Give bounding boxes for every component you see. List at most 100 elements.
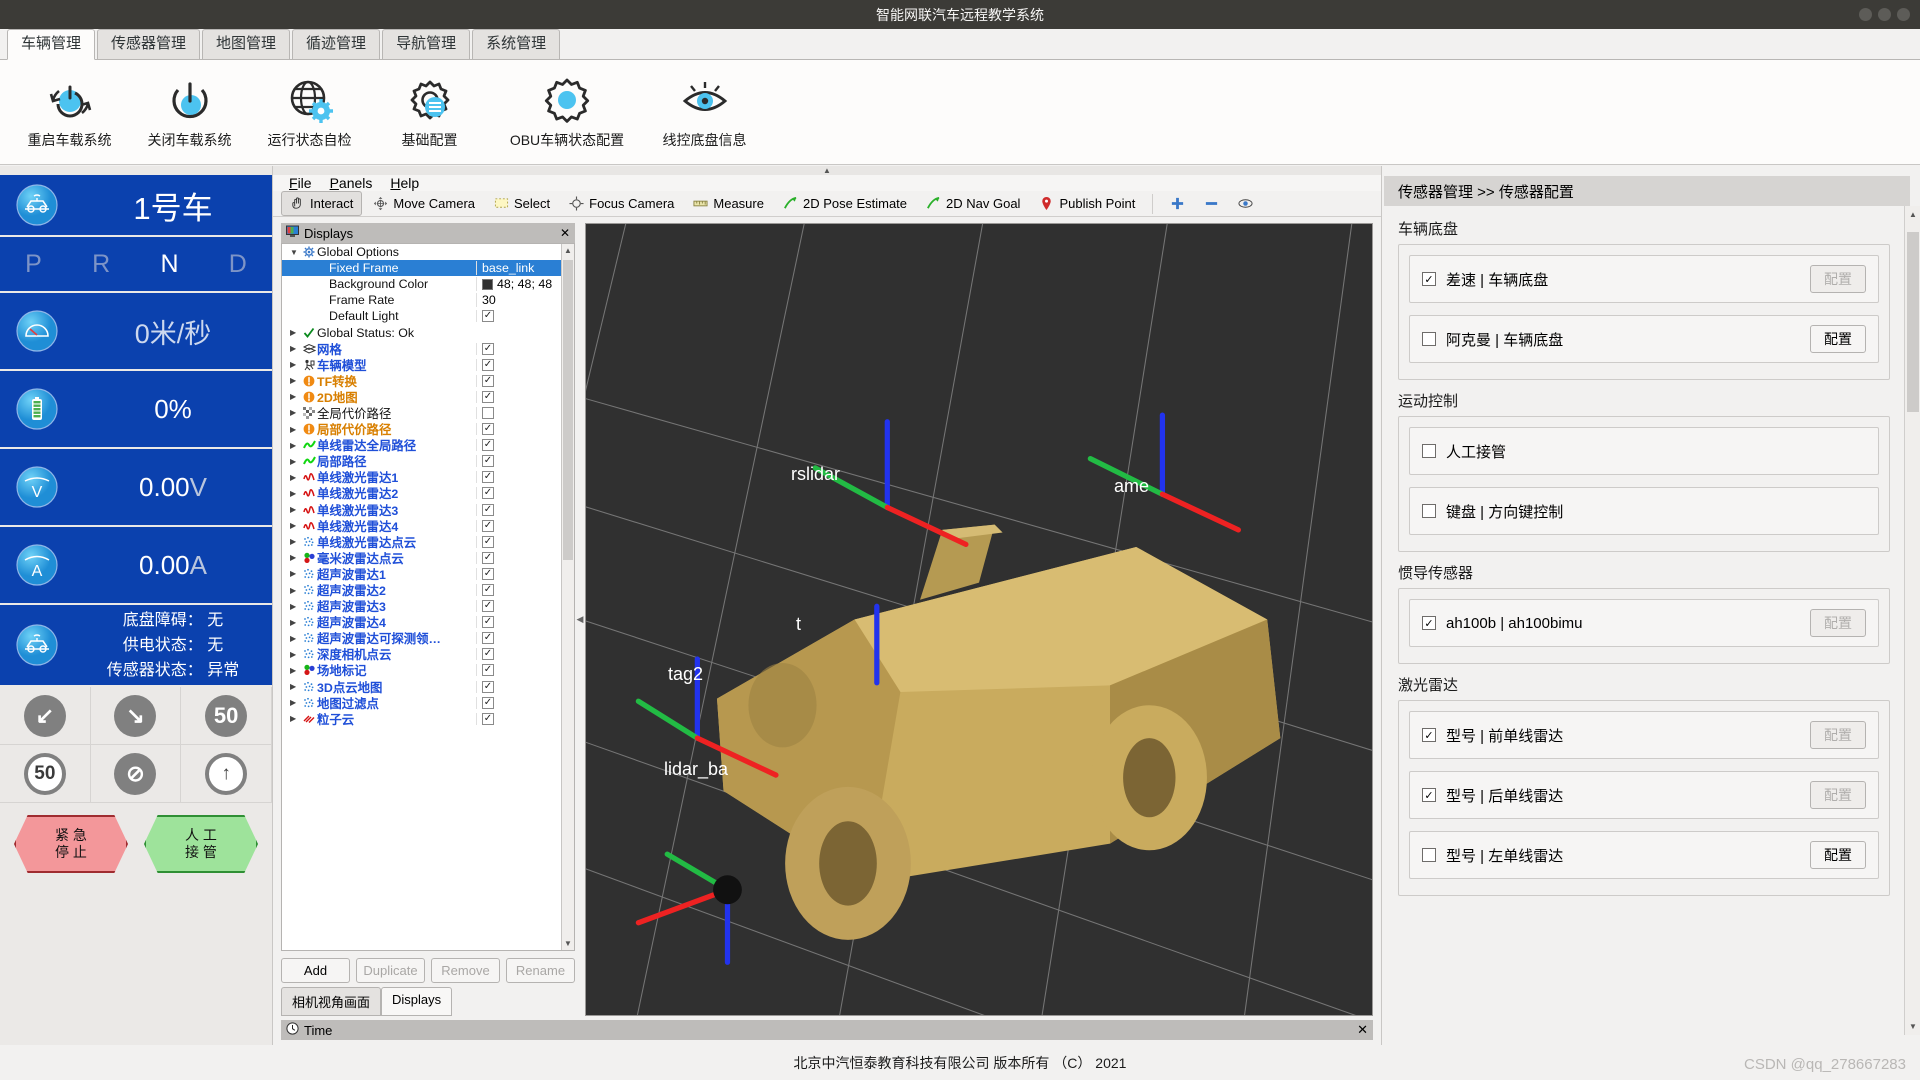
tree-item-checkbox[interactable]: ✓ [482, 374, 494, 387]
rviz-tool-0[interactable]: Interact [281, 191, 363, 216]
tab-3[interactable]: 循迹管理 [292, 29, 381, 59]
sensor-checkbox[interactable] [1422, 332, 1436, 346]
tree-expand-icon[interactable]: ▶ [290, 634, 301, 643]
tree-row-15[interactable]: ▶ 单线激光雷达2 ✓ [282, 485, 574, 501]
toolbar-button-2[interactable]: 运行状态自检 [252, 70, 367, 154]
tree-row-2[interactable]: Background Color 48; 48; 48 [282, 276, 574, 292]
tree-row-4[interactable]: Default Light ✓ [282, 308, 574, 324]
sensor-row[interactable]: ✓ 型号 | 前单线雷达 配置 [1409, 711, 1879, 759]
tree-row-19[interactable]: ▶ 毫米波雷达点云 ✓ [282, 550, 574, 566]
tree-item-checkbox[interactable]: ✓ [482, 696, 494, 709]
tree-item-checkbox[interactable]: ✓ [482, 551, 494, 564]
tree-item-checkbox[interactable]: ✓ [482, 390, 494, 403]
tree-item-checkbox[interactable]: ✓ [482, 310, 494, 323]
scroll-down-icon[interactable]: ▼ [564, 939, 572, 948]
tree-expand-icon[interactable]: ▶ [290, 618, 301, 627]
gear-P[interactable]: P [25, 250, 42, 279]
tree-item-checkbox[interactable]: ✓ [482, 471, 494, 484]
tree-expand-icon[interactable]: ▶ [290, 569, 301, 578]
rviz-tool-3[interactable]: Focus Camera [561, 192, 682, 215]
tree-row-13[interactable]: ▶ 局部路径 ✓ [282, 453, 574, 469]
rviz-tool-6[interactable]: 2D Nav Goal [918, 192, 1028, 215]
emergency-stop-button[interactable]: 紧 急停 止 [14, 815, 128, 873]
tree-row-1[interactable]: Fixed Frame base_link [282, 260, 574, 277]
turn-left-down-button[interactable]: ↙ [0, 687, 91, 745]
close-button[interactable] [1897, 8, 1910, 21]
tree-expand-icon[interactable]: ▶ [290, 441, 301, 450]
displays-tree[interactable]: ▼ Global Options Fixed Frame base_link Backg… [281, 243, 575, 951]
tree-expand-icon[interactable]: ▶ [290, 521, 301, 530]
scroll-up-icon[interactable]: ▲ [564, 246, 572, 255]
displays-add-button[interactable]: Add [281, 958, 350, 983]
tab-0[interactable]: 车辆管理 [7, 29, 96, 60]
sensor-config-button[interactable]: 配置 [1810, 325, 1866, 353]
tree-row-25[interactable]: ▶ 深度相机点云 ✓ [282, 646, 574, 662]
add-tool-button[interactable] [1162, 192, 1193, 215]
tree-expand-icon[interactable]: ▶ [290, 392, 301, 401]
gear-N[interactable]: N [160, 250, 178, 279]
tree-item-checkbox[interactable]: ✓ [482, 712, 494, 725]
tree-item-checkbox[interactable]: ✓ [482, 680, 494, 693]
manual-takeover-button[interactable]: 人 工接 管 [144, 815, 258, 873]
sensor-config-button[interactable]: 配置 [1810, 841, 1866, 869]
tree-expand-icon[interactable]: ▶ [290, 473, 301, 482]
tree-row-21[interactable]: ▶ 超声波雷达2 ✓ [282, 582, 574, 598]
sensor-checkbox[interactable]: ✓ [1422, 272, 1436, 286]
displays-bottom-tab-1[interactable]: Displays [381, 987, 453, 1016]
tree-row-0[interactable]: ▼ Global Options [282, 244, 574, 260]
sensor-checkbox[interactable]: ✓ [1422, 616, 1436, 630]
sensor-row[interactable]: ✓ 差速 | 车辆底盘 配置 [1409, 255, 1879, 303]
tree-expand-icon[interactable]: ▶ [290, 505, 301, 514]
sensor-scroll-thumb[interactable] [1907, 232, 1919, 412]
sensor-checkbox[interactable] [1422, 444, 1436, 458]
sensor-row[interactable]: 阿克曼 | 车辆底盘 配置 [1409, 315, 1879, 363]
tree-item-checkbox[interactable]: ✓ [482, 616, 494, 629]
tree-item-checkbox[interactable]: ✓ [482, 358, 494, 371]
gear-D[interactable]: D [229, 250, 247, 279]
tree-expand-icon[interactable]: ▶ [290, 344, 301, 353]
tree-item-checkbox[interactable]: ✓ [482, 455, 494, 468]
sensor-row[interactable]: 人工接管 [1409, 427, 1879, 475]
color-swatch[interactable] [482, 278, 493, 290]
tree-item-checkbox[interactable]: ✓ [482, 600, 494, 613]
tree-expand-icon[interactable]: ▶ [290, 682, 301, 691]
tree-item-checkbox[interactable]: ✓ [482, 519, 494, 532]
tree-expand-icon[interactable]: ▶ [290, 328, 301, 337]
tree-row-10[interactable]: ▶ 全局代价路径 [282, 405, 574, 421]
3d-viewport[interactable]: rslidar ame t tag2 lidar_ba [585, 223, 1373, 1016]
tree-row-22[interactable]: ▶ 超声波雷达3 ✓ [282, 598, 574, 614]
view-tool-button[interactable] [1230, 192, 1261, 215]
tree-item-checkbox[interactable]: ✓ [482, 584, 494, 597]
time-panel-close-icon[interactable]: ✕ [1357, 1022, 1368, 1038]
panel-collapse-top[interactable]: ▲ [273, 166, 1381, 175]
tree-expand-icon[interactable]: ▶ [290, 360, 301, 369]
minimize-button[interactable] [1859, 8, 1872, 21]
tree-row-26[interactable]: ▶ 场地标记 ✓ [282, 662, 574, 678]
tree-expand-icon[interactable]: ▶ [290, 553, 301, 562]
tree-row-16[interactable]: ▶ 单线激光雷达3 ✓ [282, 502, 574, 518]
tree-expand-icon[interactable]: ▶ [290, 602, 301, 611]
tree-expand-icon[interactable]: ▶ [290, 666, 301, 675]
tree-expand-icon[interactable]: ▶ [290, 650, 301, 659]
menu-help[interactable]: Help [390, 175, 419, 191]
remove-tool-button[interactable] [1196, 192, 1227, 215]
tree-expand-icon[interactable]: ▶ [290, 457, 301, 466]
tree-item-checkbox[interactable]: ✓ [482, 664, 494, 677]
tree-row-8[interactable]: ▶ TF转换 ✓ [282, 373, 574, 389]
tree-row-14[interactable]: ▶ 单线激光雷达1 ✓ [282, 469, 574, 485]
rviz-tool-2[interactable]: Select [486, 192, 558, 215]
tree-row-28[interactable]: ▶ 地图过滤点 ✓ [282, 695, 574, 711]
menu-file[interactable]: File [289, 175, 312, 191]
tree-row-9[interactable]: ▶ 2D地图 ✓ [282, 389, 574, 405]
tree-item-checkbox[interactable]: ✓ [482, 648, 494, 661]
tree-row-6[interactable]: ▶ 网格 ✓ [282, 341, 574, 357]
tree-item-checkbox[interactable]: ✓ [482, 439, 494, 452]
turn-right-down-button[interactable]: ↘ [90, 687, 182, 745]
speed-50-button[interactable]: 50 [181, 687, 272, 745]
toolbar-button-1[interactable]: 关闭车载系统 [132, 70, 247, 154]
tab-4[interactable]: 导航管理 [382, 29, 471, 59]
speed-limit-50-button[interactable]: 50 [0, 745, 91, 803]
tree-row-20[interactable]: ▶ 超声波雷达1 ✓ [282, 566, 574, 582]
tree-item-checkbox[interactable] [482, 406, 494, 419]
sensor-checkbox[interactable] [1422, 504, 1436, 518]
